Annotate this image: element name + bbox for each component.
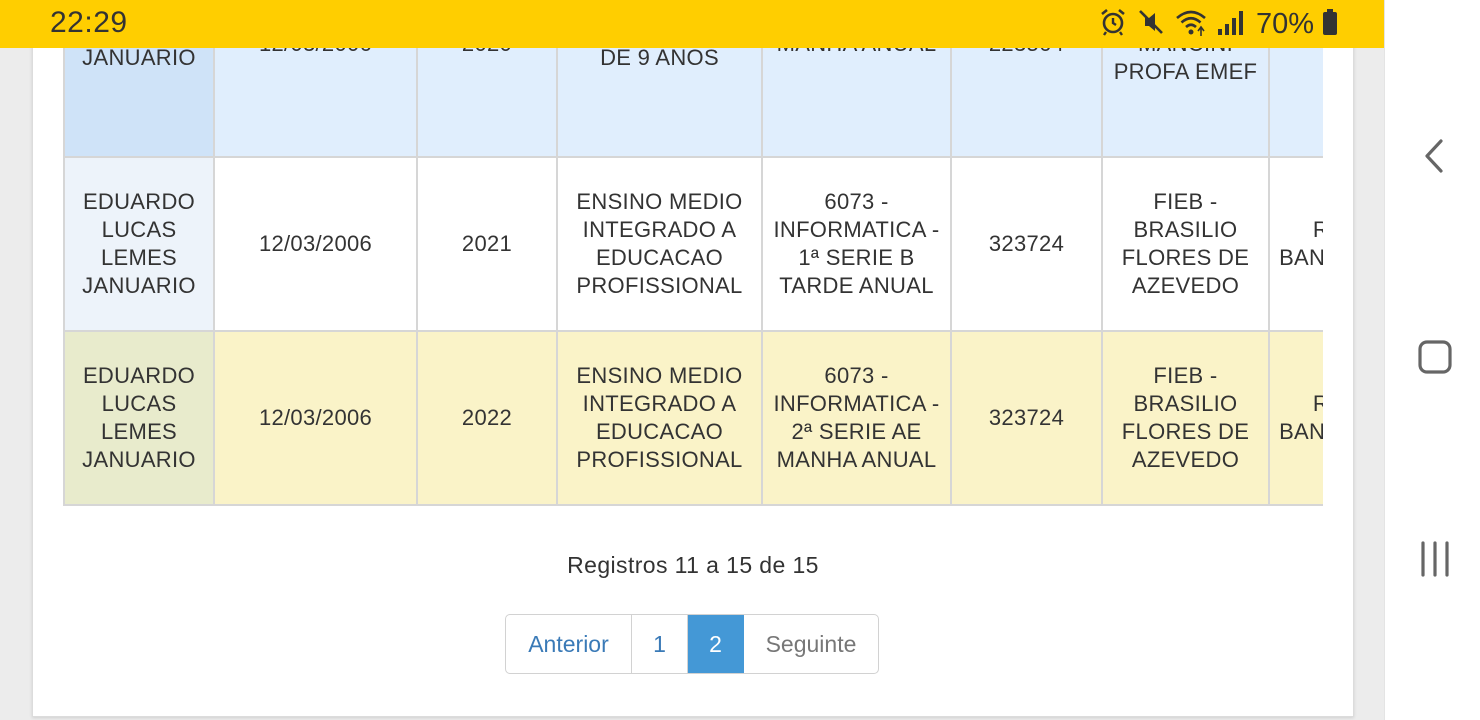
back-icon[interactable] bbox=[1415, 136, 1455, 176]
cell-year: 2021 bbox=[416, 156, 558, 332]
previous-page-button[interactable]: Anterior bbox=[506, 615, 632, 673]
cell-school: FIEB - BRASILIO FLORES DE AZEVEDO bbox=[1101, 330, 1270, 506]
cell-address: RUA BANDEIRA bbox=[1268, 156, 1323, 332]
page-2-button[interactable]: 2 bbox=[688, 615, 744, 673]
cell-class: 6073 - INFORMATICA - 1ª SERIE B TARDE AN… bbox=[761, 156, 952, 332]
pagination: Anterior 1 2 Seguinte bbox=[505, 614, 879, 674]
cell-code: 323724 bbox=[950, 330, 1103, 506]
home-icon[interactable] bbox=[1415, 337, 1455, 377]
navigation-bar bbox=[1384, 0, 1480, 720]
cell-address: RUA BANDEIRA bbox=[1268, 330, 1323, 506]
cell-course: ENSINO MEDIO INTEGRADO A EDUCACAO PROFIS… bbox=[556, 330, 763, 506]
records-table: LEMES JANUARIO 12/03/2006 2020 FUNDAMENT… bbox=[63, 0, 1323, 506]
pagination-info: Registros 11 a 15 de 15 bbox=[567, 552, 819, 578]
mute-icon bbox=[1136, 7, 1166, 42]
alarm-icon bbox=[1098, 7, 1128, 42]
battery-icon bbox=[1322, 7, 1338, 42]
page-1-button[interactable]: 1 bbox=[632, 615, 688, 673]
table-row: EDUARDO LUCAS LEMES JANUARIO 12/03/2006 … bbox=[63, 330, 1323, 506]
cell-name: EDUARDO LUCAS LEMES JANUARIO bbox=[63, 156, 215, 332]
records-card: LEMES JANUARIO 12/03/2006 2020 FUNDAMENT… bbox=[32, 0, 1354, 717]
cell-code: 323724 bbox=[950, 156, 1103, 332]
wifi-icon bbox=[1174, 7, 1208, 42]
next-page-button[interactable]: Seguinte bbox=[744, 615, 878, 673]
cell-class: 6073 - INFORMATICA - 2ª SERIE AE MANHA A… bbox=[761, 330, 952, 506]
status-icons: 70% bbox=[1098, 7, 1338, 41]
table-viewport[interactable]: LEMES JANUARIO 12/03/2006 2020 FUNDAMENT… bbox=[63, 0, 1323, 506]
cell-course: ENSINO MEDIO INTEGRADO A EDUCACAO PROFIS… bbox=[556, 156, 763, 332]
status-bar: 22:29 70% bbox=[0, 0, 1384, 48]
cell-year: 2022 bbox=[416, 330, 558, 506]
cell-name: EDUARDO LUCAS LEMES JANUARIO bbox=[63, 330, 215, 506]
recents-icon[interactable] bbox=[1415, 539, 1455, 579]
table-row: EDUARDO LUCAS LEMES JANUARIO 12/03/2006 … bbox=[63, 156, 1323, 332]
cell-school: FIEB - BRASILIO FLORES DE AZEVEDO bbox=[1101, 156, 1270, 332]
clock: 22:29 bbox=[50, 6, 128, 39]
cell-birth: 12/03/2006 bbox=[213, 156, 418, 332]
battery-percent: 70% bbox=[1255, 7, 1314, 40]
cell-birth: 12/03/2006 bbox=[213, 330, 418, 506]
signal-icon bbox=[1216, 7, 1244, 42]
